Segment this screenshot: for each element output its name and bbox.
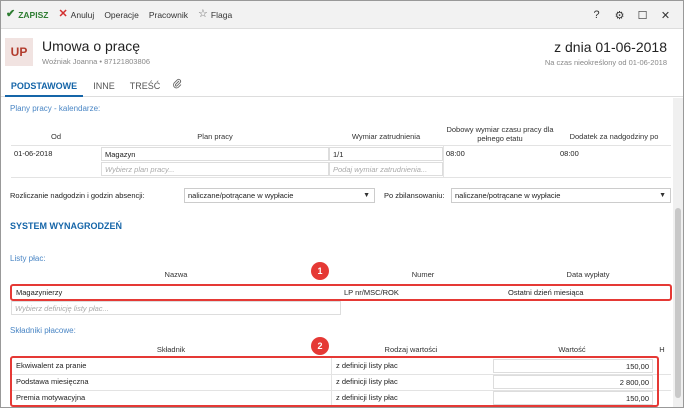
components-header-name: Składnik	[156, 345, 186, 354]
vertical-scrollbar[interactable]	[673, 98, 683, 407]
components-header-value: Wartość	[558, 345, 586, 354]
paperclip-icon	[172, 78, 182, 91]
overtime-settlement-value: naliczane/potrącane w wypłacie	[188, 191, 294, 200]
cancel-label: Anuluj	[70, 9, 95, 20]
save-label: ZAPISZ	[18, 9, 49, 20]
highlight-box-1	[10, 284, 672, 301]
plans-header-overtime: Dodatek za nadgodziny po	[569, 132, 659, 141]
annotation-badge-1: 1	[311, 262, 329, 280]
tab-bar: PODSTAWOWE INNE TREŚĆ	[1, 75, 683, 97]
plans-overtime-cell[interactable]: 08:00	[557, 147, 671, 161]
plans-header-daily: Dobowy wymiar czasu pracy dla pełnego et…	[446, 125, 554, 143]
document-header: UP Umowa o pracę Woźniak Joanna • 871218…	[1, 29, 683, 75]
employee-label: Pracownik	[148, 9, 189, 20]
plans-header-plan: Plan pracy	[197, 132, 233, 141]
checkmark-icon: ✔	[6, 8, 16, 20]
operations-menu[interactable]: Operacje	[99, 1, 144, 29]
close-icon[interactable]: ✕	[654, 9, 677, 22]
flag-label: Flaga	[210, 9, 233, 20]
plans-dimension-cell[interactable]: 1/1	[329, 147, 443, 161]
highlight-box-2	[10, 356, 659, 407]
help-button[interactable]: ?	[585, 9, 608, 21]
save-button[interactable]: ✔ ZAPISZ	[1, 1, 53, 29]
employment-contract-window: ✔ ZAPISZ ✕ Anuluj Operacje Pracownik ☆ F…	[0, 0, 684, 408]
operations-label: Operacje	[104, 9, 139, 20]
plans-dimension-placeholder[interactable]: Podaj wymiar zatrudnienia...	[329, 162, 443, 176]
overtime-settlement-select[interactable]: naliczane/potrącane w wypłacie ▼	[184, 188, 375, 203]
components-header-h: H	[659, 345, 665, 354]
contract-period: Na czas nieokreślony od 01-06-2018	[544, 58, 667, 67]
plans-header-dimension: Wymiar zatrudnienia	[351, 132, 421, 141]
balance-label: Po zbilansowaniu:	[384, 191, 445, 200]
plans-header-divider	[11, 145, 671, 146]
payroll-section-label: Listy płac:	[10, 254, 46, 263]
document-date: z dnia 01-06-2018	[554, 39, 667, 55]
plans-col-divider	[443, 145, 444, 177]
plans-from-cell[interactable]: 01-06-2018	[11, 147, 101, 161]
window-controls: ? ⚙ ☐ ✕	[585, 1, 677, 29]
balance-value: naliczane/potrącane w wypłacie	[455, 191, 561, 200]
plans-header-from: Od	[50, 132, 61, 141]
payroll-header-name: Nazwa	[164, 270, 188, 279]
page-title: Umowa o pracę	[42, 38, 141, 54]
overtime-settlement-label: Rozliczanie nadgodzin i godzin absencji:	[10, 191, 145, 200]
maximize-icon[interactable]: ☐	[631, 9, 654, 22]
chevron-down-icon: ▼	[363, 192, 370, 199]
tab-other[interactable]: INNE	[87, 75, 121, 97]
annotation-badge-2: 2	[311, 337, 329, 355]
main-content: Plany pracy - kalendarze: Od Plan pracy …	[1, 98, 673, 407]
plans-section-label: Plany pracy - kalendarze:	[10, 104, 101, 113]
balance-select[interactable]: naliczane/potrącane w wypłacie ▼	[451, 188, 671, 203]
toolbar: ✔ ZAPISZ ✕ Anuluj Operacje Pracownik ☆ F…	[1, 1, 683, 29]
tab-attachments[interactable]	[167, 75, 187, 97]
scrollbar-thumb[interactable]	[675, 208, 681, 398]
star-icon: ☆	[198, 8, 208, 20]
employee-menu[interactable]: Pracownik	[144, 1, 193, 29]
gear-icon[interactable]: ⚙	[608, 9, 631, 22]
chevron-down-icon: ▼	[659, 192, 666, 199]
components-section-label: Składniki płacowe:	[10, 326, 76, 335]
components-header-type: Rodzaj wartości	[384, 345, 438, 354]
tab-basic[interactable]: PODSTAWOWE	[5, 75, 83, 97]
x-icon: ✕	[58, 8, 68, 20]
cancel-button[interactable]: ✕ Anuluj	[53, 1, 99, 29]
employee-subtitle: Woźniak Joanna • 87121803806	[42, 57, 150, 66]
payroll-header-payday: Data wypłaty	[566, 270, 610, 279]
plans-bottom-divider	[11, 177, 671, 178]
plans-plan-cell[interactable]: Magazyn	[101, 147, 329, 161]
flag-button[interactable]: ☆ Flaga	[193, 1, 237, 29]
payroll-header-number: Numer	[411, 270, 435, 279]
salary-system-heading: SYSTEM WYNAGRODZEŃ	[10, 221, 123, 231]
plans-plan-placeholder[interactable]: Wybierz plan pracy...	[101, 162, 329, 176]
tab-content[interactable]: TREŚĆ	[125, 75, 165, 97]
plans-daily-cell[interactable]: 08:00	[443, 147, 557, 161]
avatar: UP	[5, 38, 33, 66]
payroll-placeholder[interactable]: Wybierz definicję listy płac...	[11, 301, 341, 315]
